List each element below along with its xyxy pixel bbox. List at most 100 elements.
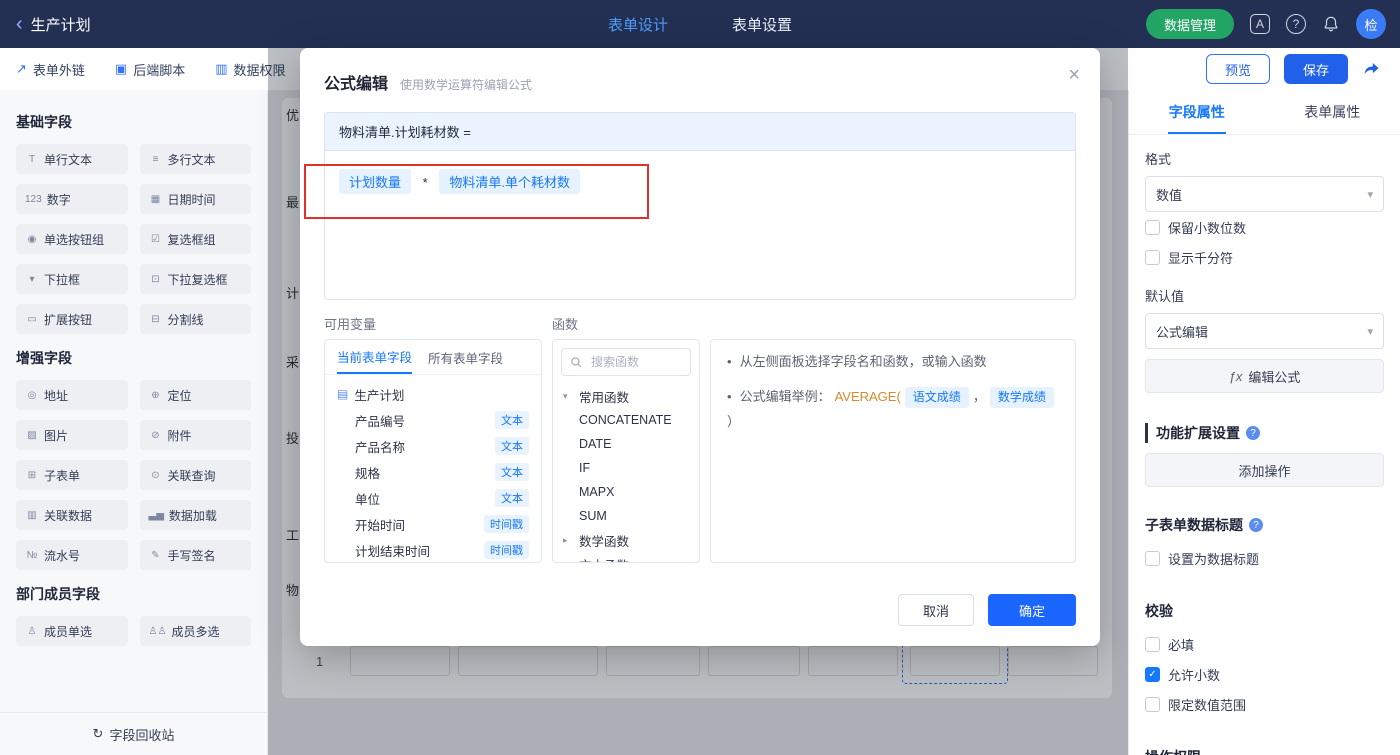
save-button[interactable]: 保存	[1284, 54, 1348, 84]
function-item[interactable]: SUM	[563, 504, 689, 528]
data-manage-button[interactable]: 数据管理	[1145, 9, 1234, 39]
field-btn-attachment[interactable]: ⊘ 附件	[139, 420, 251, 450]
formula-editor[interactable]: 物料清单.计划耗材数 = 计划数量 * 物料清单.单个耗材数	[324, 112, 1076, 300]
field-btn-member-single[interactable]: ♙ 成员单选	[16, 616, 128, 646]
question-icon[interactable]: ?	[1246, 426, 1260, 440]
permission-icon: ▥	[215, 61, 228, 76]
back-button[interactable]: ‹ 生产计划	[16, 14, 91, 35]
field-label: 单选按钮组	[44, 232, 105, 247]
add-action-button[interactable]: 添加操作	[1145, 453, 1384, 487]
formula-input-area[interactable]: 计划数量 * 物料清单.单个耗材数	[325, 151, 1075, 299]
field-btn-member-multi[interactable]: ♙♙ 成员多选	[139, 616, 251, 646]
tab-field-properties[interactable]: 字段属性	[1129, 90, 1265, 134]
member-fields-grid: ♙ 成员单选 ♙♙ 成员多选	[16, 616, 251, 646]
preview-button[interactable]: 预览	[1206, 54, 1270, 84]
functions-tree: ▾ 常用函数 CONCATENATE DATE IF MAPX SUM ▸ 数学…	[553, 384, 699, 563]
checkbox-keep-decimals[interactable]: 保留小数位数	[1145, 212, 1384, 242]
function-item[interactable]: DATE	[563, 432, 689, 456]
field-btn-number[interactable]: 123 数字	[16, 184, 128, 214]
formula-target: 物料清单.计划耗材数 =	[325, 113, 1075, 151]
field-btn-data-load[interactable]: ▃▅ 数据加载	[139, 500, 251, 530]
variable-name: 单位	[355, 492, 381, 507]
tab-current-form-fields[interactable]: 当前表单字段	[337, 340, 413, 374]
checkbox-allow-decimal[interactable]: ✓ 允许小数	[1145, 659, 1384, 689]
field-btn-address[interactable]: ◎ 地址	[16, 380, 128, 410]
function-group-label: 数学函数	[579, 534, 630, 549]
checkbox-thousand-separator[interactable]: 显示千分符	[1145, 242, 1384, 272]
function-search[interactable]	[561, 348, 691, 376]
bell-icon[interactable]	[1322, 15, 1340, 33]
panels-row: 当前表单字段 所有表单字段 ▤ 生产计划 产品编号 文本 产品名称 文本 规格 文本 …	[324, 339, 1076, 563]
field-btn-datetime[interactable]: ▦ 日期时间	[139, 184, 251, 214]
field-btn-linked-data[interactable]: ▥ 关联数据	[16, 500, 128, 530]
field-btn-extend-button[interactable]: ▭ 扩展按钮	[16, 304, 128, 334]
variable-name: 开始时间	[355, 518, 406, 533]
tab-form-properties[interactable]: 表单属性	[1265, 90, 1400, 134]
variable-item[interactable]: 产品名称 文本	[337, 433, 529, 459]
field-btn-linked-query[interactable]: ⊙ 关联查询	[139, 460, 251, 490]
function-group-text[interactable]: ▸ 文本函数	[563, 552, 689, 563]
checkbox-limit-range[interactable]: 限定数值范围	[1145, 689, 1384, 719]
checkbox-label: 显示千分符	[1168, 250, 1234, 266]
dialog-subtitle: 使用数学运算符编辑公式	[400, 78, 533, 92]
field-btn-checkbox-group[interactable]: ☑ 复选框组	[139, 224, 251, 254]
confirm-button[interactable]: 确定	[988, 594, 1076, 626]
tab-all-form-fields[interactable]: 所有表单字段	[428, 340, 503, 374]
tab-form-settings[interactable]: 表单设置	[732, 14, 792, 35]
function-group-common[interactable]: ▾ 常用函数	[563, 384, 689, 408]
search-input[interactable]	[589, 354, 679, 370]
field-recycle-bin[interactable]: ↻ 字段回收站	[0, 712, 267, 755]
default-value-select[interactable]: 公式编辑 ▾	[1145, 313, 1384, 349]
field-btn-serial-number[interactable]: № 流水号	[16, 540, 128, 570]
variable-name: 产品编号	[355, 414, 406, 429]
function-group-label: 文本函数	[579, 555, 629, 563]
variable-item[interactable]: 规格 文本	[337, 459, 529, 485]
linked-query-icon: ⊙	[151, 469, 160, 481]
edit-formula-button[interactable]: ƒx 编辑公式	[1145, 359, 1384, 393]
checkbox-required[interactable]: 必填	[1145, 629, 1384, 659]
attachment-icon: ⊘	[151, 429, 160, 441]
share-icon[interactable]	[1362, 59, 1382, 79]
field-btn-location[interactable]: ⊕ 定位	[139, 380, 251, 410]
field-btn-radio-group[interactable]: ◉ 单选按钮组	[16, 224, 128, 254]
variable-item[interactable]: 计划结束时间 时间戳	[337, 537, 529, 562]
question-icon[interactable]: ?	[1249, 518, 1263, 532]
field-btn-signature[interactable]: ✎ 手写签名	[139, 540, 251, 570]
format-label: 格式	[1145, 152, 1172, 167]
formula-token-field[interactable]: 物料清单.单个耗材数	[439, 169, 580, 194]
field-btn-single-line-text[interactable]: T 单行文本	[16, 144, 128, 174]
help-icon[interactable]: ?	[1286, 14, 1306, 34]
close-icon[interactable]: ×	[1068, 64, 1080, 87]
section-title-enhanced-fields: 增强字段	[16, 350, 72, 366]
format-select[interactable]: 数值 ▾	[1145, 176, 1384, 212]
field-btn-image[interactable]: ▨ 图片	[16, 420, 128, 450]
nav-tabs: 表单设计 表单设置	[608, 14, 792, 35]
function-item[interactable]: MAPX	[563, 480, 689, 504]
data-load-icon: ▃▅	[148, 509, 164, 521]
function-item[interactable]: IF	[563, 456, 689, 480]
field-btn-subform[interactable]: ⊞ 子表单	[16, 460, 128, 490]
toolbar-item-backend-script[interactable]: ▣ 后端脚本	[115, 60, 185, 79]
variable-item[interactable]: 开始时间 时间戳	[337, 511, 529, 537]
tree-root-form[interactable]: ▤ 生产计划	[337, 381, 529, 407]
tab-form-design[interactable]: 表单设计	[608, 14, 668, 35]
function-group-math[interactable]: ▸ 数学函数	[563, 528, 689, 552]
translate-icon[interactable]: A	[1250, 14, 1270, 34]
field-label: 下拉复选框	[167, 272, 228, 287]
field-btn-multi-line-text[interactable]: ≡ 多行文本	[139, 144, 251, 174]
field-btn-select[interactable]: ▾ 下拉框	[16, 264, 128, 294]
function-item[interactable]: CONCATENATE	[563, 408, 689, 432]
checkbox-set-data-title[interactable]: 设置为数据标题	[1145, 543, 1384, 573]
variable-item[interactable]: 单位 文本	[337, 485, 529, 511]
field-btn-divider[interactable]: ⊟ 分割线	[139, 304, 251, 334]
field-palette-sidebar: 基础字段 T 单行文本 ≡ 多行文本 123 数字 ▦ 日期时间 ◉ 单选按钮组 ☑ 复选框…	[0, 90, 268, 755]
recycle-icon: ↻	[92, 726, 104, 741]
formula-token-field[interactable]: 计划数量	[339, 169, 412, 194]
toolbar-item-form-external-link[interactable]: ↗ 表单外链	[16, 60, 85, 79]
avatar[interactable]: 检	[1356, 9, 1386, 39]
checkbox-icon	[1145, 249, 1160, 265]
field-btn-multi-select[interactable]: ⊡ 下拉复选框	[139, 264, 251, 294]
type-tag: 文本	[495, 411, 529, 429]
cancel-button[interactable]: 取消	[898, 594, 974, 626]
variable-item[interactable]: 产品编号 文本	[337, 407, 529, 433]
